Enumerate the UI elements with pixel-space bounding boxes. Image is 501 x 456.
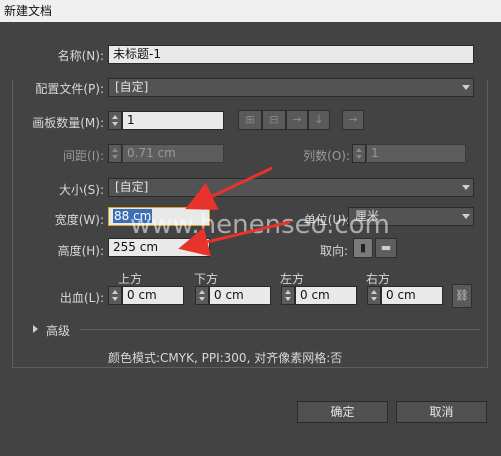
- size-select-value: [自定]: [115, 180, 149, 194]
- arrange-by-row-icon[interactable]: →: [286, 110, 308, 130]
- bleed-right-label: 右方: [366, 272, 391, 286]
- height-input[interactable]: 255 cm: [108, 238, 210, 257]
- window-title: 新建文档: [0, 0, 501, 22]
- artboards-stepper[interactable]: [108, 111, 122, 130]
- cancel-button[interactable]: 取消: [396, 401, 487, 423]
- bleed-top-label: 上方: [118, 272, 143, 286]
- bleed-bottom-stepper[interactable]: [195, 286, 209, 305]
- columns-label: 列数(O):: [303, 149, 350, 163]
- ok-button[interactable]: 确定: [297, 401, 388, 423]
- landscape-icon[interactable]: ▬: [375, 238, 397, 258]
- artboards-label: 画板数量(M):: [32, 116, 104, 130]
- name-input[interactable]: 未标题-1: [108, 45, 474, 64]
- bleed-bottom-label: 下方: [194, 272, 219, 286]
- link-icon[interactable]: ⛓: [452, 284, 472, 308]
- columns-stepper[interactable]: [352, 144, 366, 163]
- right-to-left-icon[interactable]: →: [342, 110, 364, 130]
- bleed-right-input[interactable]: 0 cm: [381, 286, 443, 305]
- bleed-bottom-input[interactable]: 0 cm: [209, 286, 271, 305]
- arrange-by-column-icon[interactable]: ↓: [308, 110, 330, 130]
- watermark: www.henenseo.com: [130, 210, 390, 240]
- height-label: 高度(H):: [57, 244, 104, 258]
- orientation-label: 取向:: [319, 244, 348, 258]
- bleed-left-stepper[interactable]: [281, 286, 295, 305]
- bleed-right-stepper[interactable]: [367, 286, 381, 305]
- artboards-input[interactable]: 1: [122, 111, 224, 130]
- bleed-left-input[interactable]: 0 cm: [295, 286, 357, 305]
- portrait-icon[interactable]: ▮: [353, 238, 373, 258]
- document-info: 颜色模式:CMYK, PPI:300, 对齐像素网格:否: [108, 351, 343, 365]
- bleed-top-stepper[interactable]: [108, 286, 122, 305]
- chevron-down-icon: [462, 185, 470, 190]
- bleed-left-label: 左方: [280, 272, 305, 286]
- expand-arrow-icon[interactable]: [33, 325, 38, 333]
- bleed-top-input[interactable]: 0 cm: [122, 286, 184, 305]
- size-label: 大小(S):: [58, 183, 104, 197]
- advanced-toggle[interactable]: 高级: [46, 322, 70, 339]
- chevron-down-icon: [462, 214, 470, 219]
- grid-by-row-icon[interactable]: ⊞: [238, 110, 262, 130]
- width-label: 宽度(W):: [54, 213, 104, 227]
- spacing-label: 间距(I):: [63, 149, 104, 163]
- spacing-stepper[interactable]: [108, 144, 122, 163]
- columns-input[interactable]: 1: [366, 144, 466, 163]
- advanced-divider: [80, 329, 480, 330]
- spacing-input[interactable]: 0.71 cm: [122, 144, 224, 163]
- name-label: 名称(N):: [57, 49, 104, 63]
- size-select[interactable]: [自定]: [108, 178, 474, 197]
- bleed-label: 出血(L):: [59, 291, 104, 305]
- grid-by-column-icon[interactable]: ⊟: [262, 110, 286, 130]
